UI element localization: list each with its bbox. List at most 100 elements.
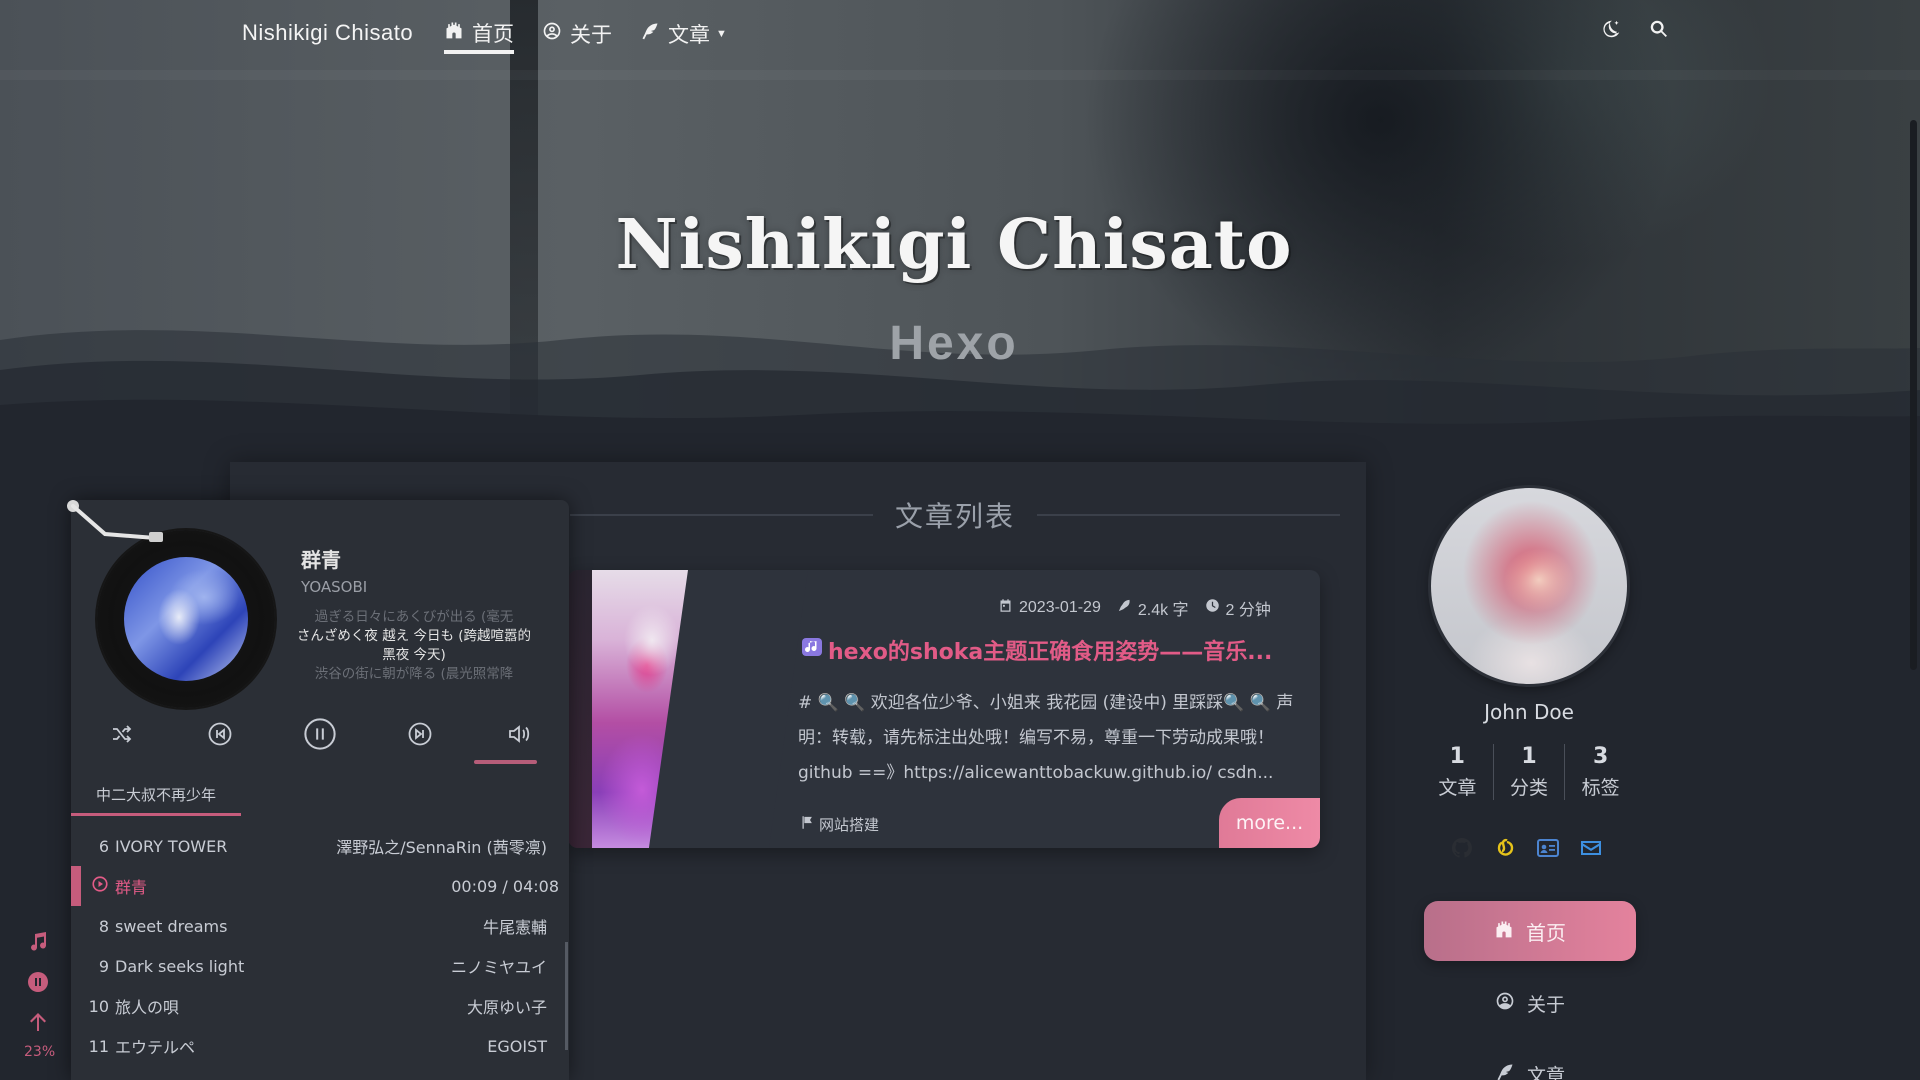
album-cover (124, 557, 248, 681)
playlist-scrollbar[interactable] (565, 942, 568, 1050)
moon-icon[interactable] (1600, 18, 1622, 40)
playlist: 6 IVORY TOWER 澤野弘之/SennaRin (茜零凛) 群青 00:… (71, 826, 569, 1066)
track-index: 9 (98, 956, 109, 976)
stat-posts[interactable]: 1 文章 (1422, 744, 1494, 800)
social-links (1450, 836, 1603, 860)
track-title: 群青 (115, 878, 148, 897)
github-icon[interactable] (1450, 836, 1474, 860)
avatar[interactable] (1431, 488, 1627, 684)
nav-item-label: 关于 (570, 24, 612, 47)
track-artist: ニノミヤユイ (450, 958, 547, 977)
play-circle-icon (71, 875, 115, 897)
sidebar-item-articles[interactable]: 文章 (1424, 1052, 1636, 1080)
post-title-link[interactable]: hexo的shoka主题正确食用姿势——音乐... (800, 634, 1272, 666)
sidebar-item-label: 首页 (1526, 920, 1566, 945)
track-title: 旅人の唄 (115, 998, 180, 1017)
netease-music-icon[interactable] (1493, 836, 1517, 860)
post-meta: 2023-01-29 2.4k 字 2 分钟 (998, 596, 1271, 620)
post-date-text: 2023-01-29 (1019, 599, 1101, 616)
track-artist: EGOIST (487, 1036, 547, 1056)
sidebar-item-label: 关于 (1526, 993, 1565, 1016)
nav-tools (1600, 18, 1670, 40)
search-icon[interactable] (1648, 18, 1670, 40)
track-index: 6 (98, 836, 109, 856)
track-time: 00:09 / 04:08 (451, 876, 559, 896)
song-artist: YOASOBI (301, 578, 368, 596)
sidebar-item-home[interactable]: 首页 (1424, 901, 1636, 961)
post-cover-image[interactable] (568, 570, 808, 848)
volume-bar[interactable] (474, 760, 537, 764)
tonearm-icon (67, 500, 163, 542)
page-scrollbar[interactable] (1910, 120, 1917, 670)
stat-tags[interactable]: 3 标签 (1565, 744, 1636, 800)
stat-categories[interactable]: 1 分类 (1494, 744, 1566, 800)
castle-icon (1494, 919, 1514, 944)
pause-icon[interactable] (302, 716, 338, 752)
sidebar-item-label: 文章 (1526, 1064, 1565, 1080)
shuffle-icon[interactable] (105, 718, 137, 750)
nav-item-home[interactable]: 首页 (444, 18, 514, 54)
post-card[interactable]: 2023-01-29 2.4k 字 2 分钟 hexo的shoka主题正确食用姿… (568, 570, 1320, 848)
site-stats: 1 文章 1 分类 3 标签 (1422, 744, 1636, 800)
track-artist: 牛尾憲輔 (482, 918, 547, 937)
floating-tools: 23% (24, 930, 55, 1060)
post-wordcount: 2.4k 字 (1117, 596, 1189, 620)
nav-item-label: 文章 (668, 24, 710, 47)
post-readtime-text: 2 分钟 (1225, 602, 1271, 619)
sidebar-item-about[interactable]: 关于 (1424, 981, 1636, 1025)
feather-icon (1495, 1062, 1515, 1080)
stat-label: 分类 (1510, 777, 1549, 799)
clock-icon (1205, 598, 1220, 618)
stat-label: 文章 (1438, 777, 1477, 799)
author-name: John Doe (1484, 700, 1574, 724)
next-track-icon[interactable] (404, 718, 436, 750)
email-icon[interactable] (1579, 836, 1603, 860)
post-words-text: 2.4k 字 (1137, 602, 1189, 619)
list-item[interactable]: 10 旅人の唄 大原ゆい子 (71, 986, 569, 1026)
nav-item-label: 首页 (472, 23, 514, 46)
stat-number: 1 (1521, 744, 1537, 769)
flag-icon (800, 815, 815, 834)
track-artist: 大原ゆい子 (466, 998, 547, 1017)
volume-icon[interactable] (503, 718, 535, 750)
stat-number: 1 (1449, 744, 1465, 769)
nav-item-about[interactable]: 关于 (542, 18, 612, 54)
list-item-current[interactable]: 群青 00:09 / 04:08 (71, 866, 569, 906)
post-category[interactable]: 网站搭建 (800, 814, 879, 835)
list-item[interactable]: 11 エウテルペ EGOIST (71, 1026, 569, 1066)
id-card-icon[interactable] (1536, 836, 1560, 860)
track-index: 10 (88, 996, 109, 1016)
castle-icon (444, 20, 464, 46)
post-title-text: hexo的shoka主题正确食用姿势——音乐... (828, 640, 1273, 665)
list-item[interactable]: 9 Dark seeks light ニノミヤユイ (71, 946, 569, 986)
list-item[interactable]: 8 sweet dreams 牛尾憲輔 (71, 906, 569, 946)
lyrics-panel: 過ぎる日々にあくびが出る (毫无 さんざめく夜 越え 今日も (跨越喧嚣的黑夜 … (293, 608, 535, 684)
read-more-button[interactable]: more... (1219, 798, 1320, 848)
player-controls (71, 718, 569, 778)
top-nav: Nishikigi Chisato 首页 关于 文章 ▼ (0, 0, 1920, 66)
track-title: エウテルペ (115, 1038, 196, 1057)
stat-number: 3 (1593, 744, 1609, 769)
post-readtime: 2 分钟 (1205, 596, 1271, 620)
feather-icon (640, 21, 660, 47)
chevron-down-icon: ▼ (716, 28, 727, 40)
track-index: 8 (98, 916, 109, 936)
section-title: 文章列表 (895, 500, 1016, 533)
nav-menu: 首页 关于 文章 ▼ (444, 18, 727, 54)
user-circle-icon (542, 21, 562, 47)
site-brand[interactable]: Nishikigi Chisato (242, 20, 413, 46)
track-title: IVORY TOWER (115, 836, 228, 856)
post-date: 2023-01-29 (998, 596, 1101, 620)
calendar-icon (998, 598, 1013, 618)
arrow-up-icon[interactable] (26, 1010, 52, 1036)
song-title: 群青 (301, 548, 341, 572)
music-note-icon (800, 635, 824, 665)
playlist-tab[interactable]: 中二大叔不再少年 (71, 776, 241, 816)
previous-track-icon[interactable] (204, 718, 236, 750)
nav-item-articles[interactable]: 文章 ▼ (640, 18, 727, 54)
divider (570, 514, 873, 516)
pause-circle-icon[interactable] (26, 970, 52, 996)
list-item[interactable]: 6 IVORY TOWER 澤野弘之/SennaRin (茜零凛) (71, 826, 569, 866)
music-note-icon[interactable] (26, 930, 52, 956)
track-index: 11 (88, 1036, 109, 1056)
